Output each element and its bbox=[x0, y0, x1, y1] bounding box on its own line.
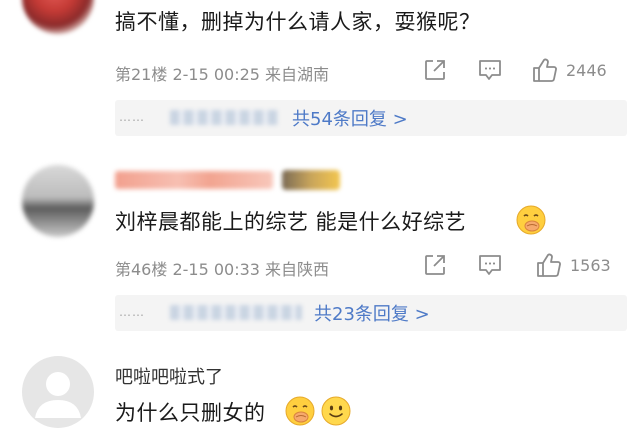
comment-meta: 第46楼 2-15 00:33 来自陕西 bbox=[115, 260, 330, 279]
comment-text: 为什么只删女的 bbox=[115, 401, 266, 425]
user-badge bbox=[282, 170, 340, 190]
blurred-reply-users bbox=[170, 305, 302, 320]
snicker-emoji-icon bbox=[516, 205, 546, 235]
comment-icon[interactable] bbox=[478, 254, 502, 276]
weibo-comment-list: 搞不懂，删掉为什么请人家，耍猴呢？ 第21楼 2-15 00:25 来自湖南 2… bbox=[0, 0, 637, 433]
like-count[interactable]: 2446 bbox=[566, 61, 607, 80]
blurred-reply-users bbox=[170, 110, 278, 125]
reply-preview[interactable]: …… 共23条回复 > bbox=[115, 295, 627, 331]
snicker-emoji-icon bbox=[285, 396, 315, 426]
thumbs-up-icon[interactable] bbox=[532, 57, 558, 83]
smile-emoji-icon bbox=[321, 396, 351, 426]
username[interactable] bbox=[115, 171, 273, 189]
reply-dots: …… bbox=[119, 110, 145, 124]
share-icon[interactable] bbox=[424, 59, 446, 81]
comment-text: 刘梓晨都能上的综艺 能是什么好综艺 bbox=[115, 210, 467, 234]
reply-preview[interactable]: …… 共54条回复 > bbox=[115, 100, 627, 136]
username[interactable]: 吧啦吧啦式了 bbox=[115, 363, 223, 389]
avatar[interactable] bbox=[22, 165, 94, 237]
view-replies-link[interactable]: 共23条回复 > bbox=[314, 300, 430, 326]
thumbs-up-icon[interactable] bbox=[536, 252, 562, 278]
reply-dots: …… bbox=[119, 305, 145, 319]
avatar[interactable] bbox=[22, 0, 94, 34]
share-icon[interactable] bbox=[424, 254, 446, 276]
comment-icon[interactable] bbox=[478, 59, 502, 81]
comment-text: 搞不懂，删掉为什么请人家，耍猴呢？ bbox=[115, 10, 481, 34]
view-replies-link[interactable]: 共54条回复 > bbox=[292, 105, 408, 131]
like-count[interactable]: 1563 bbox=[570, 256, 611, 275]
default-avatar-icon[interactable] bbox=[22, 356, 94, 428]
comment-meta: 第21楼 2-15 00:25 来自湖南 bbox=[115, 65, 330, 84]
